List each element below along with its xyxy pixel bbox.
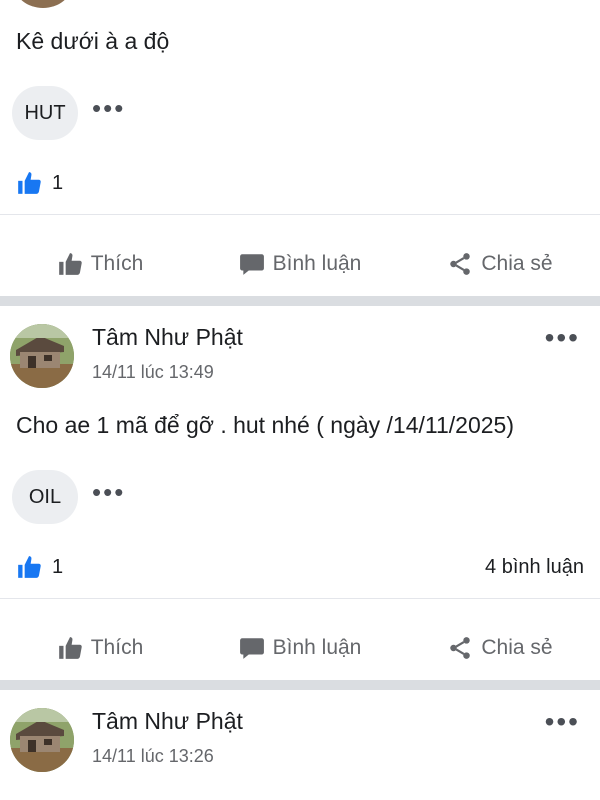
post-text: Kê dưới à a độ <box>16 28 170 54</box>
more-options-icon[interactable]: ••• <box>545 324 580 352</box>
author-name[interactable]: Tâm Như Phật <box>92 324 243 351</box>
more-options-icon[interactable]: ••• <box>545 708 580 736</box>
author-name[interactable]: Tâm Như Phật <box>92 708 243 735</box>
comment-bubble-icon <box>239 638 264 659</box>
comment-label: Bình luận <box>272 252 362 275</box>
feed-separator <box>0 296 600 306</box>
post-timestamp[interactable]: 14/11 lúc 13:26 <box>92 746 214 767</box>
stock-tag-chip[interactable]: OIL <box>12 470 78 524</box>
post-card: Tâm Như Phật 14/11 lúc 13:49 ••• Cho ae … <box>0 306 600 680</box>
post-card: Tâm Như Phật 14/11 lúc 13:26 ••• <box>0 690 600 800</box>
author-avatar[interactable] <box>10 708 74 772</box>
like-button[interactable]: Thích <box>0 620 200 676</box>
tag-row: OIL ••• <box>12 470 125 524</box>
author-avatar[interactable] <box>14 0 72 8</box>
like-button[interactable]: Thích <box>0 236 200 292</box>
reaction-summary: 1 <box>16 170 584 196</box>
share-icon <box>450 637 471 659</box>
thumbs-up-filled-icon[interactable] <box>16 554 42 580</box>
thumbs-up-icon <box>58 637 82 659</box>
comment-label: Bình luận <box>272 636 362 659</box>
divider <box>0 214 600 215</box>
like-label: Thích <box>90 252 144 275</box>
thumbs-up-icon <box>58 253 82 275</box>
like-count: 1 <box>52 171 64 194</box>
like-count: 1 <box>52 555 64 578</box>
tag-row: HUT ••• <box>12 86 125 140</box>
like-label: Thích <box>90 636 144 659</box>
post-action-bar: Thích Bình luận Chia sẻ <box>0 236 600 292</box>
more-options-icon[interactable]: ••• <box>92 479 125 505</box>
stock-tag-chip[interactable]: HUT <box>12 86 78 140</box>
house-photo-icon <box>10 708 74 772</box>
author-avatar[interactable] <box>10 324 74 388</box>
comment-button[interactable]: Bình luận <box>200 236 400 292</box>
house-photo-icon <box>10 324 74 388</box>
reaction-summary: 1 4 bình luận <box>16 554 584 580</box>
thumbs-up-filled-icon[interactable] <box>16 170 42 196</box>
post-text: Cho ae 1 mã để gỡ . hut nhé ( ngày /14/1… <box>16 412 514 438</box>
comment-count[interactable]: 4 bình luận <box>485 556 584 579</box>
post-timestamp[interactable]: 14/11 lúc 13:49 <box>92 362 214 383</box>
feed-separator <box>0 680 600 690</box>
more-options-icon[interactable]: ••• <box>92 95 125 121</box>
divider <box>0 598 600 599</box>
comment-button[interactable]: Bình luận <box>200 620 400 676</box>
comment-bubble-icon <box>239 254 264 275</box>
news-feed: Kê dưới à a độ HUT ••• 1 Thích Bình luận… <box>0 0 600 800</box>
share-button[interactable]: Chia sẻ <box>400 620 600 676</box>
share-label: Chia sẻ <box>481 636 553 659</box>
post-action-bar: Thích Bình luận Chia sẻ <box>0 620 600 676</box>
post-card: Kê dưới à a độ HUT ••• 1 Thích Bình luận… <box>0 0 600 296</box>
share-icon <box>450 253 471 275</box>
share-button[interactable]: Chia sẻ <box>400 236 600 292</box>
share-label: Chia sẻ <box>481 252 553 275</box>
